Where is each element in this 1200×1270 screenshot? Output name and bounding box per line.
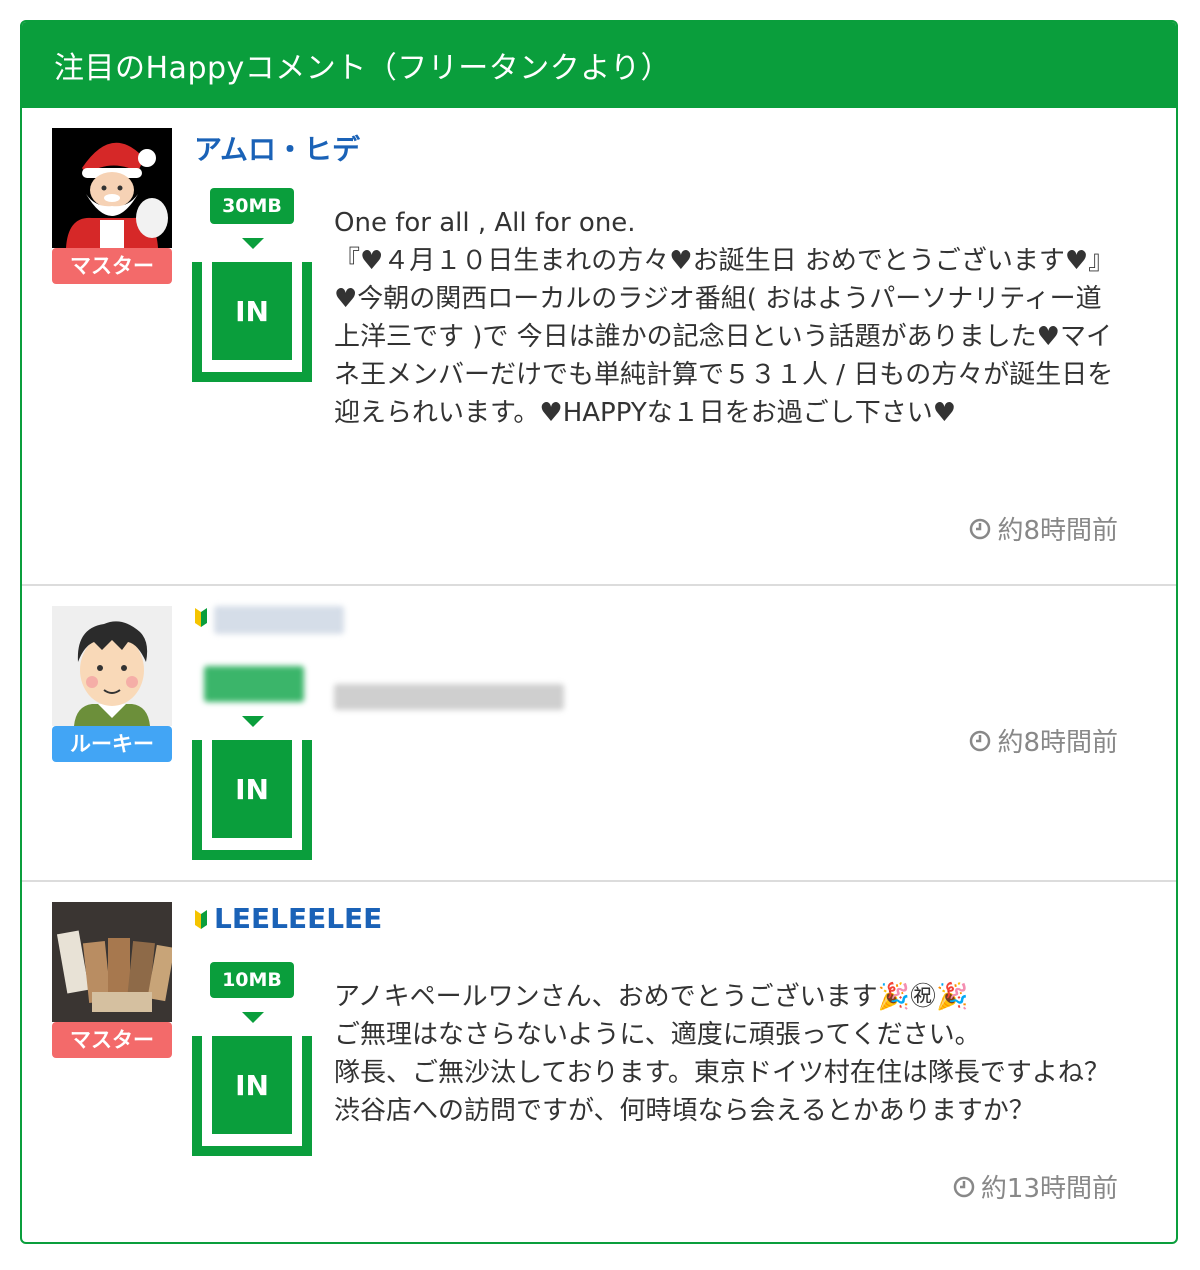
comment-entry: マスター アムロ・ヒデ 30MB IN One for all , All fo… [22, 108, 1176, 586]
timestamp-text: 約13時間前 [980, 1174, 1118, 1204]
photo-avatar-icon[interactable] [52, 902, 172, 1022]
rank-badge: ルーキー [52, 726, 172, 762]
arrow-down-icon [242, 1012, 264, 1023]
clock-icon [953, 1176, 975, 1197]
in-button[interactable]: IN [192, 262, 312, 382]
comment-entry: ルーキー IN 約8時間前 [22, 586, 1176, 882]
panel-title: 注目のHappyコメント（フリータンクより） [22, 22, 1176, 108]
in-button[interactable]: IN [192, 1036, 312, 1156]
timestamp: 約8時間前 [969, 510, 1118, 547]
comment-text: アノキペールワンさん、おめでとうございます🎉㊗🎉 ご無理はなさらないように、適度… [334, 982, 1110, 1126]
santa-avatar-icon[interactable] [52, 128, 172, 248]
beginner-mark-icon [195, 608, 207, 627]
timestamp: 約13時間前 [953, 1168, 1118, 1205]
timestamp: 約8時間前 [969, 722, 1118, 759]
comment-entry: マスター LEELEELEE 10MB IN アノキペールワンさん、おめでとうご… [22, 882, 1176, 1242]
arrow-down-icon [242, 238, 264, 249]
username-text: LEELEELEE [214, 902, 383, 935]
username-link[interactable] [194, 606, 214, 628]
clock-icon [970, 518, 991, 539]
redacted-data-tag [204, 666, 304, 702]
in-button[interactable]: IN [192, 740, 312, 860]
rank-badge: マスター [52, 248, 172, 284]
arrow-down-icon [242, 716, 264, 727]
in-label: IN [212, 1036, 292, 1134]
username-link[interactable]: アムロ・ヒデ [194, 128, 360, 168]
username-text: アムロ・ヒデ [194, 133, 361, 166]
man-avatar-icon[interactable] [52, 606, 172, 726]
clock-icon [970, 730, 991, 751]
in-label: IN [212, 262, 292, 360]
data-amount-tag: 10MB [210, 962, 294, 998]
redacted-username [214, 606, 344, 634]
rank-badge: マスター [52, 1022, 172, 1058]
timestamp-text: 約8時間前 [997, 728, 1118, 758]
beginner-mark-icon [195, 909, 207, 929]
redacted-comment [334, 684, 564, 710]
in-label: IN [212, 740, 292, 838]
username-link[interactable]: LEELEELEE [194, 902, 382, 935]
happy-comments-panel: 注目のHappyコメント（フリータンクより） マスター アムロ・ヒデ 30MB [20, 20, 1178, 1244]
comment-text: One for all , All for one. 『♥４月１０日生まれの方々… [334, 208, 1115, 428]
data-amount-tag: 30MB [210, 188, 294, 224]
timestamp-text: 約8時間前 [997, 516, 1118, 546]
